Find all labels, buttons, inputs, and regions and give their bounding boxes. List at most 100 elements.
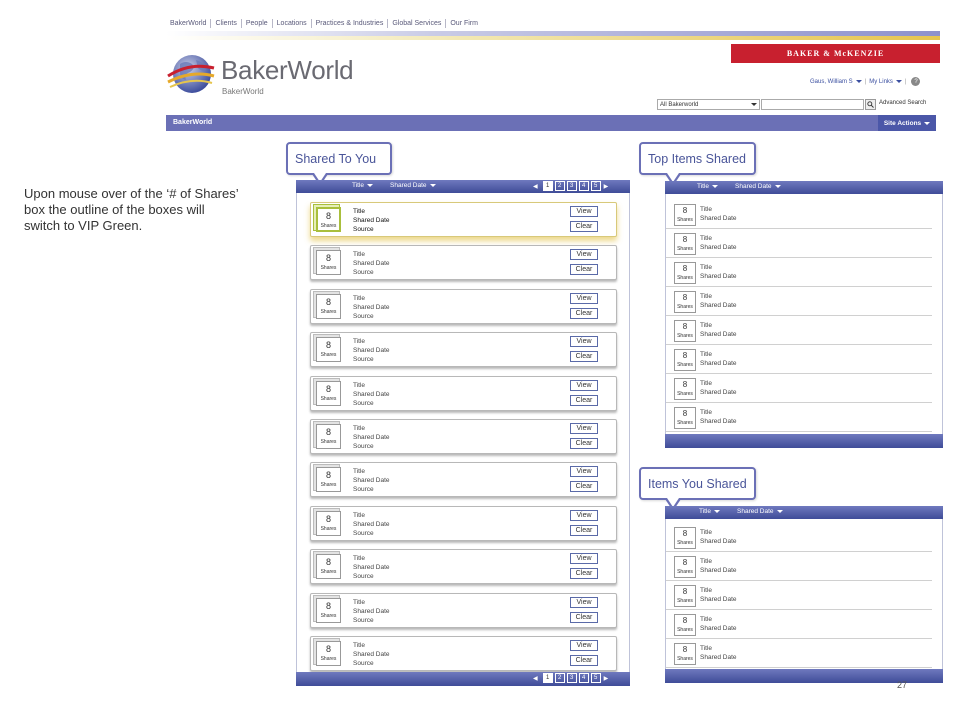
clear-button[interactable]: Clear xyxy=(570,438,598,449)
item-title[interactable]: Title xyxy=(700,644,737,653)
view-button[interactable]: View xyxy=(570,596,598,608)
view-button[interactable]: View xyxy=(570,466,598,478)
help-icon[interactable]: ? xyxy=(911,77,921,86)
item-title[interactable]: Title xyxy=(700,586,737,595)
share-count-box[interactable]: 8 Shares xyxy=(316,641,341,666)
page-5[interactable]: 5 xyxy=(590,181,601,191)
item-title[interactable]: Title xyxy=(353,337,390,346)
sort-by-shared-date[interactable]: Shared Date xyxy=(737,508,783,515)
nav-locations[interactable]: Locations xyxy=(273,18,312,28)
item-title[interactable]: Title xyxy=(700,263,737,272)
share-count-box[interactable]: 8 Shares xyxy=(316,424,341,449)
page-1[interactable]: 1 xyxy=(542,673,553,683)
nav-clients[interactable]: Clients xyxy=(211,18,242,28)
next-page-icon[interactable]: ▶ xyxy=(604,675,609,682)
item-title[interactable]: Title xyxy=(700,379,737,388)
clear-button[interactable]: Clear xyxy=(570,264,598,276)
search-button[interactable] xyxy=(865,99,876,110)
share-count-box[interactable]: 8 Shares xyxy=(674,349,696,371)
share-count-box[interactable]: 8 Shares xyxy=(316,337,341,363)
clear-button[interactable]: Clear xyxy=(570,394,598,406)
nav-global-services[interactable]: Global Services xyxy=(388,18,447,28)
search-scope-select[interactable]: All Bakerworld xyxy=(657,99,760,110)
view-button[interactable]: View xyxy=(570,206,598,217)
view-button[interactable]: View xyxy=(570,249,598,261)
item-title[interactable]: Title xyxy=(353,424,390,433)
sort-by-title[interactable]: Title xyxy=(699,508,721,515)
share-count-box[interactable]: 8 Shares xyxy=(674,262,696,284)
share-count-box[interactable]: 8 Shares xyxy=(674,643,696,665)
item-title[interactable]: Title xyxy=(353,294,390,303)
view-button[interactable]: View xyxy=(570,336,598,348)
share-count-box[interactable]: 8 Shares xyxy=(674,407,696,429)
page-2[interactable]: 2 xyxy=(554,673,565,683)
item-title[interactable]: Title xyxy=(700,557,737,566)
view-button[interactable]: View xyxy=(570,553,598,565)
share-count-box[interactable]: 8 Shares xyxy=(674,527,696,549)
share-count-box[interactable]: 8 Shares xyxy=(674,233,696,255)
clear-button[interactable]: Clear xyxy=(570,611,598,623)
sort-by-shared-date[interactable]: Shared Date xyxy=(735,183,781,190)
share-count-box[interactable]: 8 Shares xyxy=(316,380,341,406)
sort-by-title[interactable]: Title xyxy=(697,183,719,190)
item-title[interactable]: Title xyxy=(353,381,390,390)
clear-button[interactable]: Clear xyxy=(570,307,598,319)
item-title[interactable]: Title xyxy=(700,350,737,359)
item-title[interactable]: Title xyxy=(353,207,390,216)
share-count-box[interactable]: 8 Shares xyxy=(674,556,696,578)
share-count-box[interactable]: 8 Shares xyxy=(316,250,341,276)
view-button[interactable]: View xyxy=(570,292,598,304)
clear-button[interactable]: Clear xyxy=(570,655,598,666)
share-count-box[interactable]: 8 Shares xyxy=(674,378,696,400)
sort-by-shared-date[interactable]: Shared Date xyxy=(390,182,436,189)
my-links-link[interactable]: My Links xyxy=(869,79,893,85)
clear-button[interactable]: Clear xyxy=(570,524,598,536)
page-2[interactable]: 2 xyxy=(554,181,565,191)
view-button[interactable]: View xyxy=(570,640,598,651)
share-count-box[interactable]: 8 Shares xyxy=(674,585,696,607)
clear-button[interactable]: Clear xyxy=(570,481,598,493)
item-title[interactable]: Title xyxy=(353,467,390,476)
site-actions-button[interactable]: Site Actions xyxy=(878,115,936,131)
page-4[interactable]: 4 xyxy=(578,181,589,191)
nav-our-firm[interactable]: Our Firm xyxy=(446,19,482,28)
item-title[interactable]: Title xyxy=(700,528,737,537)
page-4[interactable]: 4 xyxy=(578,673,589,683)
nav-bakerworld[interactable]: BakerWorld xyxy=(166,18,212,28)
view-button[interactable]: View xyxy=(570,379,598,391)
share-count-box[interactable]: 8 Shares xyxy=(316,207,341,232)
clear-button[interactable]: Clear xyxy=(570,568,598,580)
item-title[interactable]: Title xyxy=(700,234,737,243)
item-title[interactable]: Title xyxy=(700,408,737,417)
page-3[interactable]: 3 xyxy=(566,181,577,191)
view-button[interactable]: View xyxy=(570,509,598,521)
item-title[interactable]: Title xyxy=(353,641,390,650)
user-name-link[interactable]: Gaus, William S xyxy=(810,79,853,85)
share-count-box[interactable]: 8 Shares xyxy=(316,467,341,493)
item-title[interactable]: Title xyxy=(700,205,737,214)
prev-page-icon[interactable]: ◀ xyxy=(533,183,538,190)
view-button[interactable]: View xyxy=(570,423,598,434)
share-count-box[interactable]: 8 Shares xyxy=(674,320,696,342)
share-count-box[interactable]: 8 Shares xyxy=(674,291,696,313)
site-bar-label[interactable]: BakerWorld xyxy=(173,119,212,126)
clear-button[interactable]: Clear xyxy=(570,221,598,232)
next-page-icon[interactable]: ▶ xyxy=(604,183,609,190)
share-count-box[interactable]: 8 Shares xyxy=(674,204,696,226)
nav-people[interactable]: People xyxy=(242,18,273,28)
item-title[interactable]: Title xyxy=(353,598,390,607)
item-title[interactable]: Title xyxy=(353,250,390,259)
advanced-search-link[interactable]: Advanced Search xyxy=(879,100,926,106)
nav-practices-industries[interactable]: Practices & Industries xyxy=(312,18,389,28)
page-1[interactable]: 1 xyxy=(542,181,553,191)
prev-page-icon[interactable]: ◀ xyxy=(533,675,538,682)
share-count-box[interactable]: 8 Shares xyxy=(316,554,341,580)
sort-by-title[interactable]: Title xyxy=(352,182,374,189)
share-count-box[interactable]: 8 Shares xyxy=(316,510,341,536)
clear-button[interactable]: Clear xyxy=(570,351,598,363)
item-title[interactable]: Title xyxy=(700,615,737,624)
page-5[interactable]: 5 xyxy=(590,673,601,683)
share-count-box[interactable]: 8 Shares xyxy=(674,614,696,636)
item-title[interactable]: Title xyxy=(700,292,737,301)
item-title[interactable]: Title xyxy=(353,511,390,520)
